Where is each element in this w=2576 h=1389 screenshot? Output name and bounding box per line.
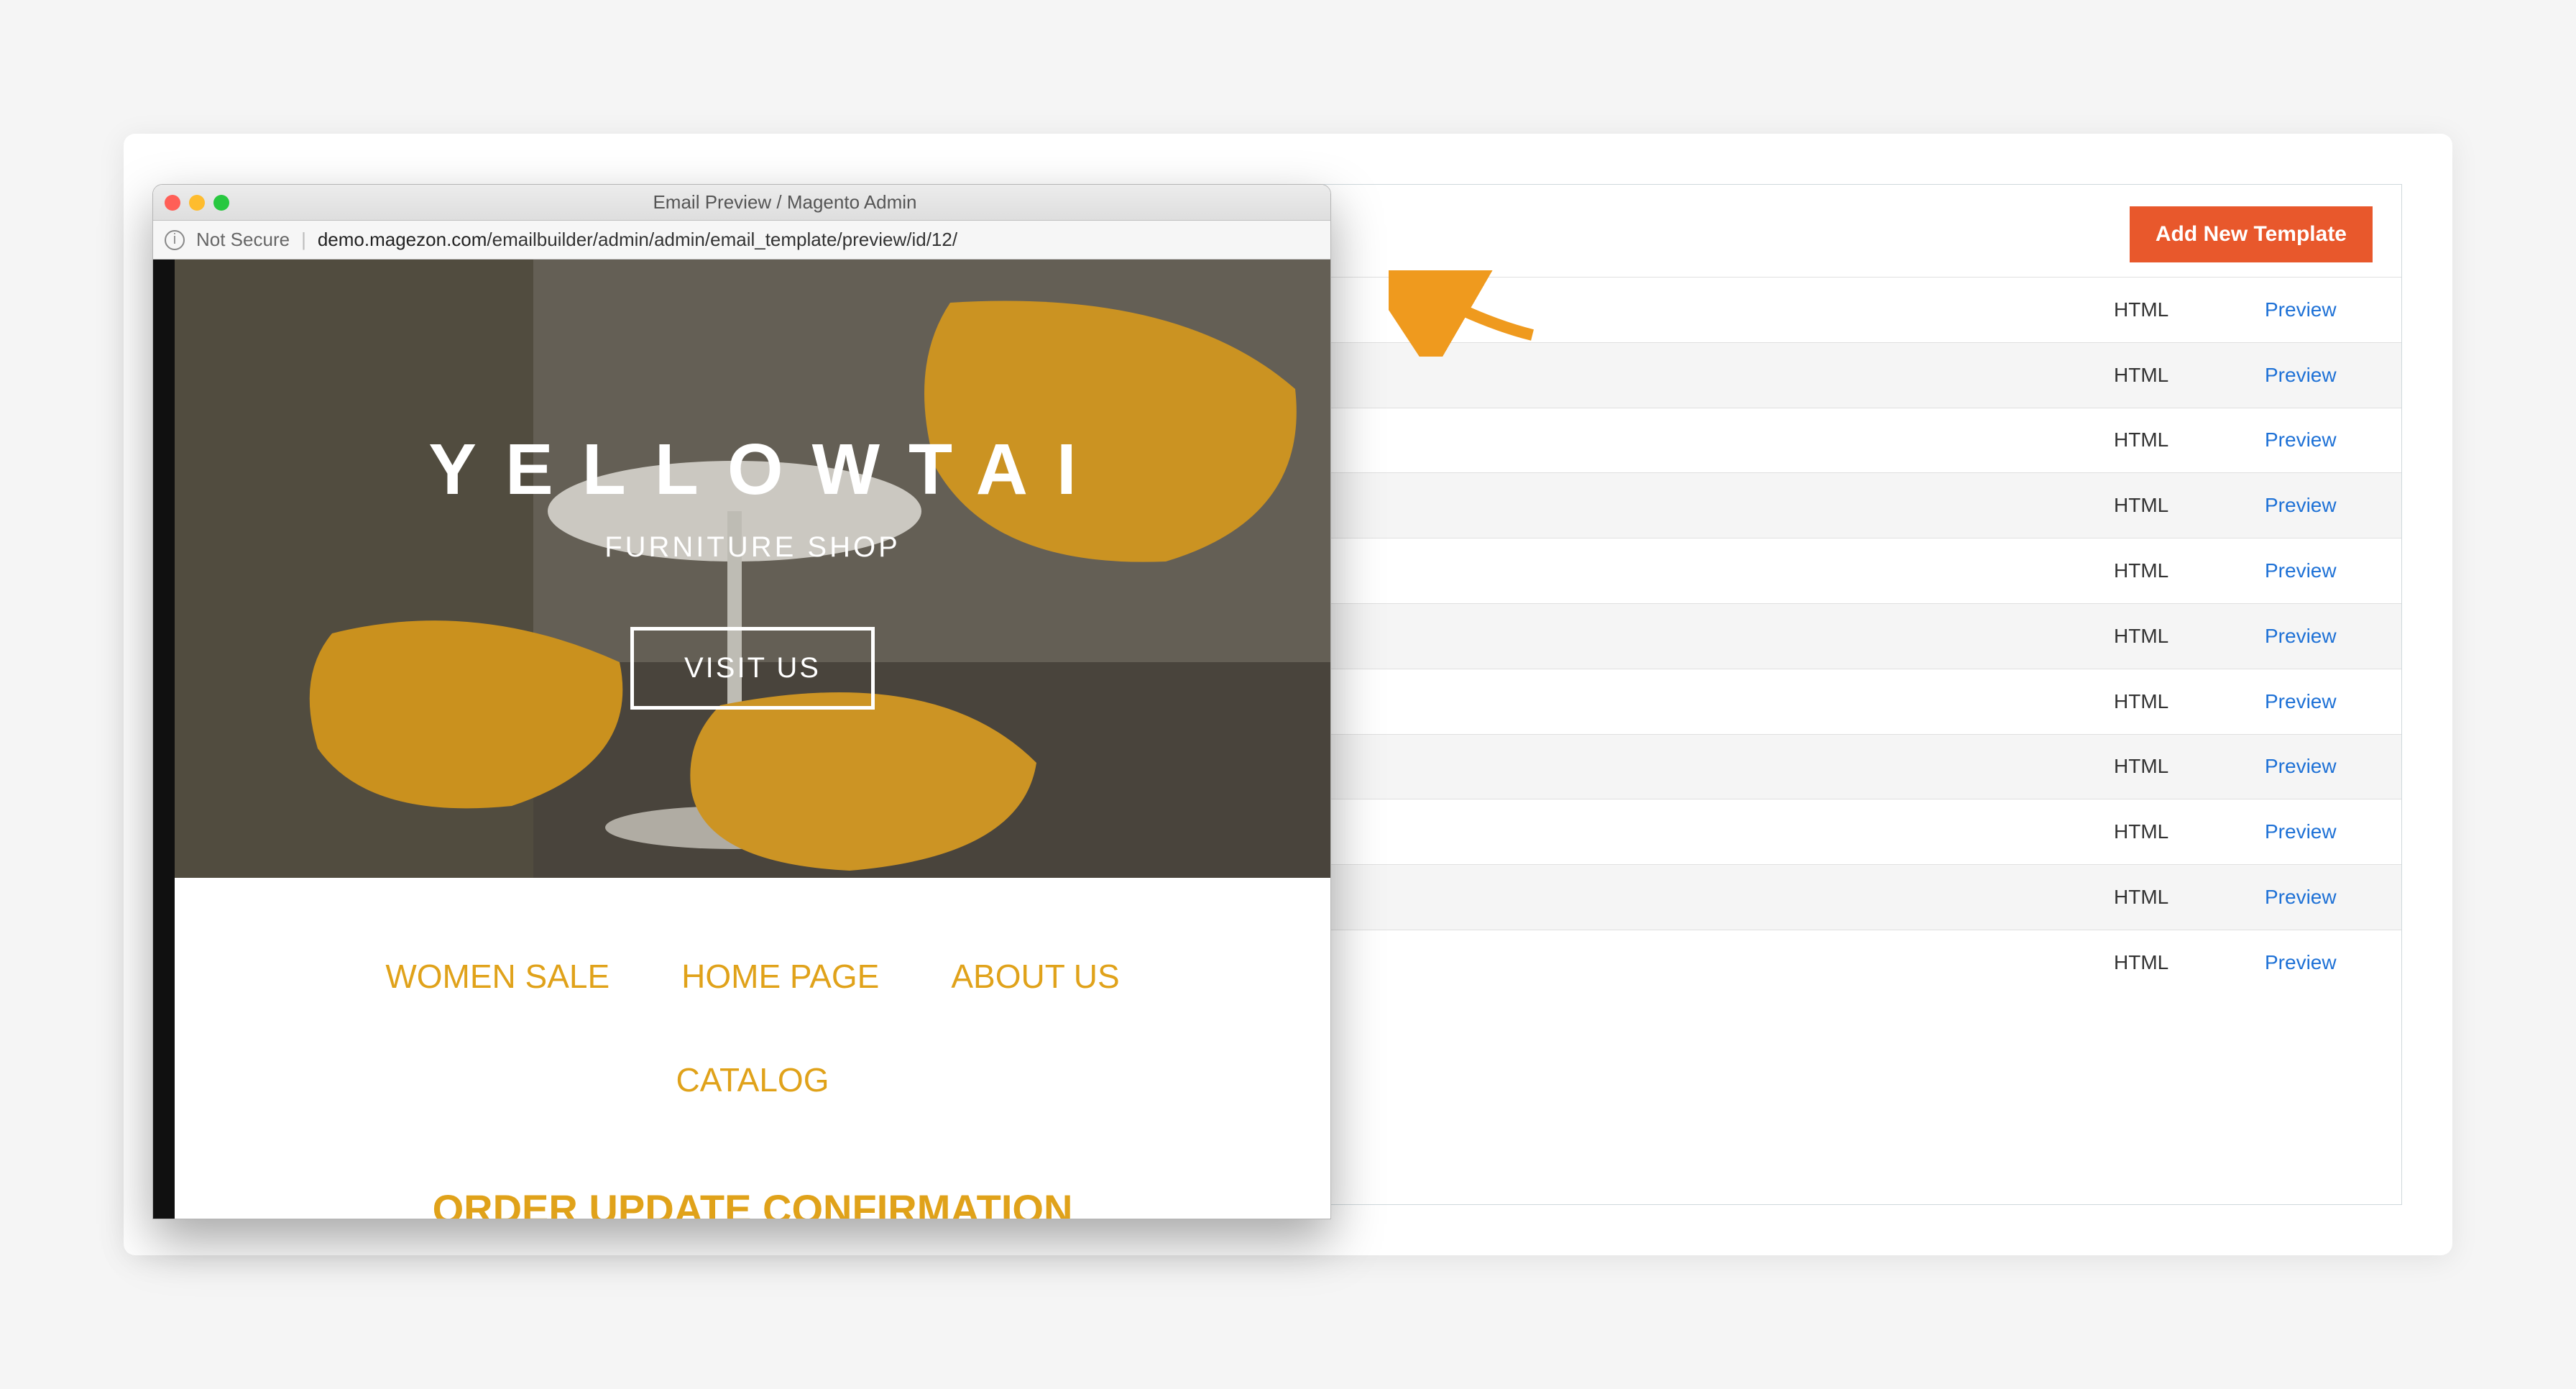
preview-link[interactable]: Preview [2265,625,2337,647]
type-cell: HTML [2099,755,2258,778]
left-gutter [153,260,175,1219]
preview-link[interactable]: Preview [2265,755,2337,777]
type-cell: HTML [2099,298,2258,321]
type-cell: HTML [2099,886,2258,909]
type-cell: HTML [2099,559,2258,582]
preview-link[interactable]: Preview [2265,428,2337,451]
window-title: Email Preview / Magento Admin [251,191,1319,214]
annotation-arrow-icon [1389,270,1547,357]
hero-section: YELLOWTAI FURNITURE SHOP VISIT US [175,260,1330,878]
window-minimize-icon[interactable] [189,195,205,211]
nav-catalog[interactable]: CATALOG [218,1060,1287,1099]
type-cell: HTML [2099,625,2258,648]
preview-link[interactable]: Preview [2265,559,2337,582]
separator: | [301,229,306,251]
type-cell: HTML [2099,690,2258,713]
preview-link[interactable]: Preview [2265,690,2337,712]
window-titlebar: Email Preview / Magento Admin [153,185,1330,221]
email-preview-body: YELLOWTAI FURNITURE SHOP VISIT US WOMEN … [153,260,1330,1219]
visit-us-button[interactable]: VISIT US [630,627,875,710]
content-card: Add New Template {{trans "Contact Form"}… [124,134,2452,1255]
window-close-icon[interactable] [165,195,180,211]
brand-tagline: FURNITURE SHOP [604,531,901,564]
nav-women-sale[interactable]: WOMEN SALE [385,957,610,996]
not-secure-icon: i [165,230,185,250]
preview-popup-window: Email Preview / Magento Admin i Not Secu… [152,184,1331,1219]
preview-link[interactable]: Preview [2265,364,2337,386]
type-cell: HTML [2099,364,2258,387]
preview-link[interactable]: Preview [2265,886,2337,908]
address-bar[interactable]: i Not Secure | demo.magezon.com/emailbui… [153,221,1330,260]
security-label: Not Secure [196,229,290,251]
nav-home-page[interactable]: HOME PAGE [681,957,879,996]
type-cell: HTML [2099,820,2258,843]
hero-overlay: YELLOWTAI FURNITURE SHOP VISIT US [175,260,1330,878]
window-zoom-icon[interactable] [213,195,229,211]
type-cell: HTML [2099,951,2258,974]
preview-link[interactable]: Preview [2265,494,2337,516]
url-domain: demo.magezon.com [318,229,487,250]
preview-link[interactable]: Preview [2265,951,2337,973]
preview-link[interactable]: Preview [2265,820,2337,843]
type-cell: HTML [2099,494,2258,517]
nav-about-us[interactable]: ABOUT US [951,957,1119,996]
order-update-headline: ORDER UPDATE CONFIRMATION [175,1121,1330,1219]
url-text: demo.magezon.com/emailbuilder/admin/admi… [318,229,957,251]
preview-link[interactable]: Preview [2265,298,2337,321]
add-new-template-button[interactable]: Add New Template [2130,206,2373,262]
brand-title: YELLOWTAI [400,428,1105,511]
type-cell: HTML [2099,428,2258,451]
email-nav: WOMEN SALE HOME PAGE ABOUT US CATALOG [175,878,1330,1121]
url-path: /emailbuilder/admin/admin/email_template… [487,229,957,250]
main-area: Add New Template {{trans "Contact Form"}… [167,177,2409,1212]
